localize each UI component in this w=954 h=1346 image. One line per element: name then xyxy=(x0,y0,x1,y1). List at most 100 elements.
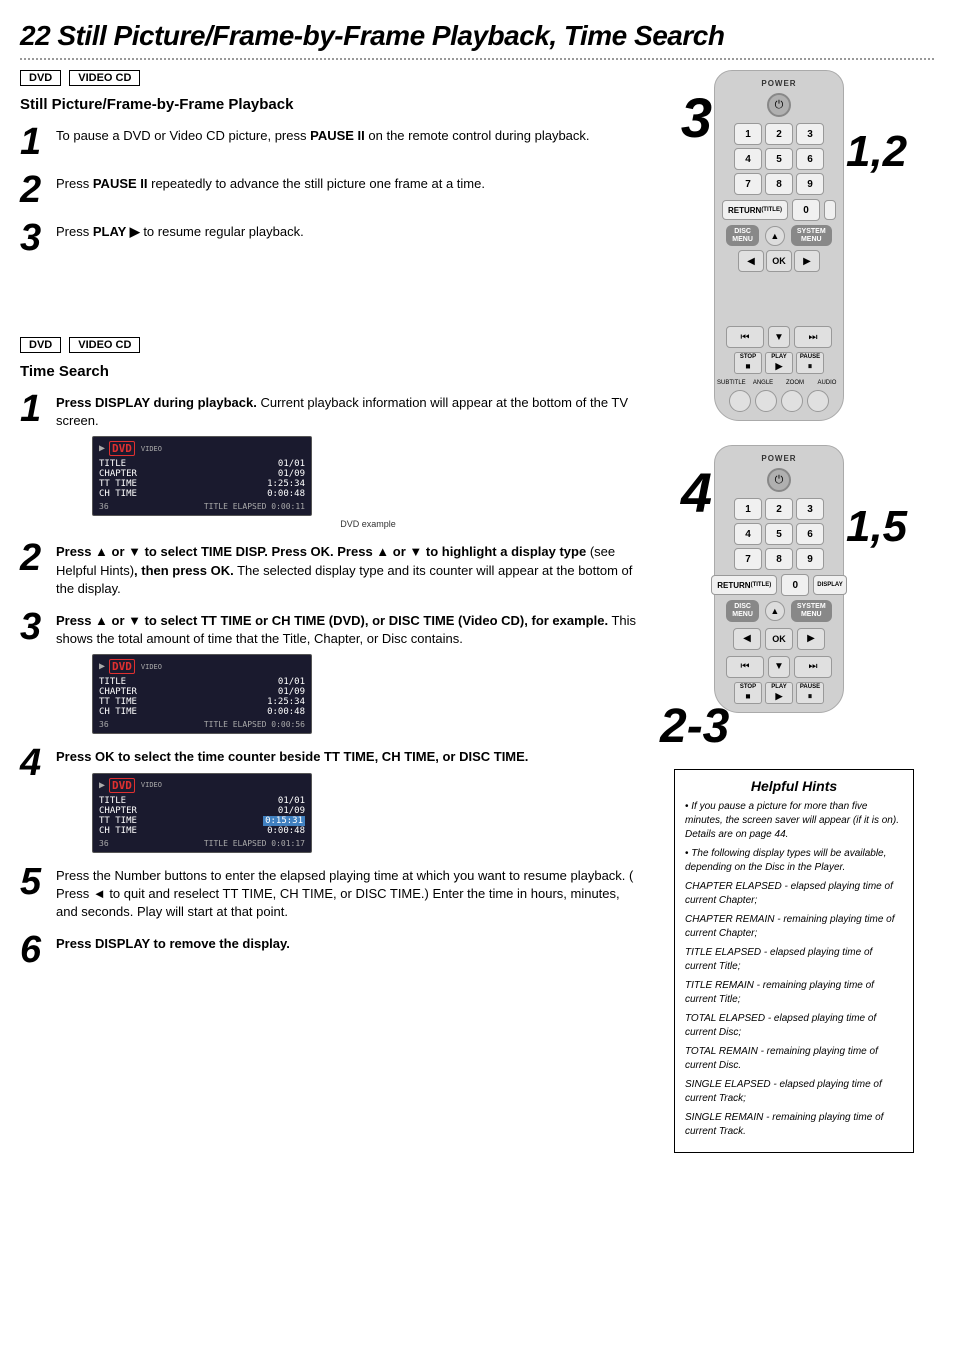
arrow-pad-2: ◀ OK ▶ xyxy=(733,628,825,650)
btn-0-1[interactable]: 0 xyxy=(792,199,820,221)
left-btn-2[interactable]: ◀ xyxy=(733,628,761,650)
screen3-row-chapter: CHAPTER 01/09 xyxy=(99,806,305,816)
angle-btn-1[interactable] xyxy=(755,390,777,412)
btn-0-2[interactable]: 0 xyxy=(781,574,809,596)
ok-btn-2[interactable]: OK xyxy=(765,628,793,650)
section1-badges: DVD VIDEO CD xyxy=(20,70,644,86)
power-button-2[interactable]: ⏻ xyxy=(767,468,791,492)
play-icon-small-3: ▶ xyxy=(99,780,105,791)
screen-val-title: 01/01 xyxy=(278,459,305,469)
divider xyxy=(20,58,934,60)
subtitle-btn-1[interactable] xyxy=(729,390,751,412)
ts-step1-text: Press DISPLAY during playback. Current p… xyxy=(56,390,644,430)
pause-btn-2[interactable]: PAUSE ⏸ xyxy=(796,682,824,704)
prev-btn-2[interactable]: ⏮ xyxy=(726,656,764,678)
btn-3[interactable]: 3 xyxy=(796,123,824,145)
menu-row-2: DISCMENU ▲ SYSTEMMENU xyxy=(726,600,831,621)
return-row-2: RETURN(TITLE) 0 DISPLAY xyxy=(711,574,846,596)
screen2-footer: 36 TITLE ELAPSED 0:00:56 xyxy=(99,720,305,729)
hints-text: • If you pause a picture for more than f… xyxy=(685,800,903,1139)
ts-step2-number: 2 xyxy=(20,539,48,577)
step1-text: To pause a DVD or Video CD picture, pres… xyxy=(56,123,590,145)
video-cd-label-3: VIDEO xyxy=(141,781,162,789)
pause-btn-1[interactable]: PAUSE ⏸ xyxy=(796,352,824,374)
return-btn-2[interactable]: RETURN(TITLE) xyxy=(711,575,777,595)
display-btn-1[interactable] xyxy=(824,200,836,220)
ts-step5-number: 5 xyxy=(20,863,48,901)
r2-btn-6[interactable]: 6 xyxy=(796,523,824,545)
prev-btn-1[interactable]: ⏮ xyxy=(726,326,764,348)
r2-btn-7[interactable]: 7 xyxy=(734,548,762,570)
display-btn-2[interactable]: DISPLAY xyxy=(813,575,846,595)
skip-row-2: ⏮ ▼ ⏭ xyxy=(726,656,832,678)
stop-btn-2[interactable]: STOP ⏹ xyxy=(734,682,762,704)
dvd-logo: DVD xyxy=(109,441,135,456)
r2-btn-4[interactable]: 4 xyxy=(734,523,762,545)
down-btn-2[interactable]: ▼ xyxy=(768,656,790,678)
r2-btn-2[interactable]: 2 xyxy=(765,498,793,520)
remote-2: POWER ⏻ 1 2 3 4 5 6 7 8 9 RETURN(TITL xyxy=(714,445,844,712)
next-btn-2[interactable]: ⏭ xyxy=(794,656,832,678)
btn-1[interactable]: 1 xyxy=(734,123,762,145)
screen-label-chapter: CHAPTER xyxy=(99,469,137,479)
transport-row-2: STOP ⏹ PLAY ▶ PAUSE ⏸ xyxy=(734,682,824,704)
step-sub-label-15: 1,5 xyxy=(846,505,907,549)
ts-step6-text: Press DISPLAY to remove the display. xyxy=(56,931,290,953)
step3-number: 3 xyxy=(20,219,48,257)
ts-step4-row: 4 Press OK to select the time counter be… xyxy=(20,744,644,852)
ts-step1-number: 1 xyxy=(20,390,48,428)
r2-btn-5[interactable]: 5 xyxy=(765,523,793,545)
btn-8[interactable]: 8 xyxy=(765,173,793,195)
videocd-badge-2: VIDEO CD xyxy=(69,337,140,353)
ts-step1-row: 1 Press DISPLAY during playback. Current… xyxy=(20,390,644,529)
video-cd-label: VIDEO xyxy=(141,445,162,453)
dvd-logo-3: DVD xyxy=(109,778,135,793)
r2-btn-9[interactable]: 9 xyxy=(796,548,824,570)
btn-7[interactable]: 7 xyxy=(734,173,762,195)
screen-label-tttime: TT TIME xyxy=(99,479,137,489)
system-menu-1[interactable]: SYSTEMMENU xyxy=(791,225,832,246)
stop-btn-1[interactable]: STOP ⏹ xyxy=(734,352,762,374)
right-btn-2[interactable]: ▶ xyxy=(797,628,825,650)
screen-label-title: TITLE xyxy=(99,459,126,469)
remote2-wrapper: 4 POWER ⏻ 1 2 3 4 5 6 7 8 9 xyxy=(681,445,907,712)
dvd-screen-2: ▶ DVD VIDEO TITLE 01/01 CHAPTER 01/09 xyxy=(92,654,312,734)
up-btn-1[interactable]: ▲ xyxy=(765,226,785,246)
section2-title: Time Search xyxy=(20,363,644,380)
ts-step5-text: Press the Number buttons to enter the el… xyxy=(56,863,644,922)
screen-label-chtime: CH TIME xyxy=(99,489,137,499)
screen-val-tttime: 1:25:34 xyxy=(267,479,305,489)
ts-step3-text: Press ▲ or ▼ to select TT TIME or CH TIM… xyxy=(56,608,644,648)
disc-menu-1[interactable]: DISCMENU xyxy=(726,225,759,246)
ok-btn-1[interactable]: OK xyxy=(766,250,792,272)
up-btn-2[interactable]: ▲ xyxy=(765,601,785,621)
next-btn-1[interactable]: ⏭ xyxy=(794,326,832,348)
ts-step2-row: 2 Press ▲ or ▼ to select TIME DISP. Pres… xyxy=(20,539,644,598)
return-btn-1[interactable]: RETURN(TITLE) xyxy=(722,200,788,220)
btn-9[interactable]: 9 xyxy=(796,173,824,195)
left-btn-1[interactable]: ◀ xyxy=(738,250,764,272)
btn-5[interactable]: 5 xyxy=(765,148,793,170)
ts-step6-number: 6 xyxy=(20,931,48,969)
videocd-badge: VIDEO CD xyxy=(69,70,140,86)
screen-footer-1: 36 TITLE ELAPSED 0:00:11 xyxy=(99,502,305,511)
screen3-row-chtime: CH TIME 0:00:48 xyxy=(99,826,305,836)
btn-2[interactable]: 2 xyxy=(765,123,793,145)
power-button-1[interactable]: ⏻ xyxy=(767,93,791,117)
system-menu-2[interactable]: SYSTEMMENU xyxy=(791,600,832,621)
screen2-row-tttime: TT TIME 1:25:34 xyxy=(99,697,305,707)
play-btn-2[interactable]: PLAY ▶ xyxy=(765,682,793,704)
screen3-footer: 36 TITLE ELAPSED 0:01:17 xyxy=(99,839,305,848)
hints-title: Helpful Hints xyxy=(685,778,903,794)
zoom-btn-1[interactable] xyxy=(781,390,803,412)
right-btn-1[interactable]: ▶ xyxy=(794,250,820,272)
r2-btn-8[interactable]: 8 xyxy=(765,548,793,570)
btn-6[interactable]: 6 xyxy=(796,148,824,170)
btn-4[interactable]: 4 xyxy=(734,148,762,170)
down-btn-1[interactable]: ▼ xyxy=(768,326,790,348)
r2-btn-1[interactable]: 1 xyxy=(734,498,762,520)
play-btn-1[interactable]: PLAY ▶ xyxy=(765,352,793,374)
audio-btn-1[interactable] xyxy=(807,390,829,412)
disc-menu-2[interactable]: DISCMENU xyxy=(726,600,759,621)
r2-btn-3[interactable]: 3 xyxy=(796,498,824,520)
